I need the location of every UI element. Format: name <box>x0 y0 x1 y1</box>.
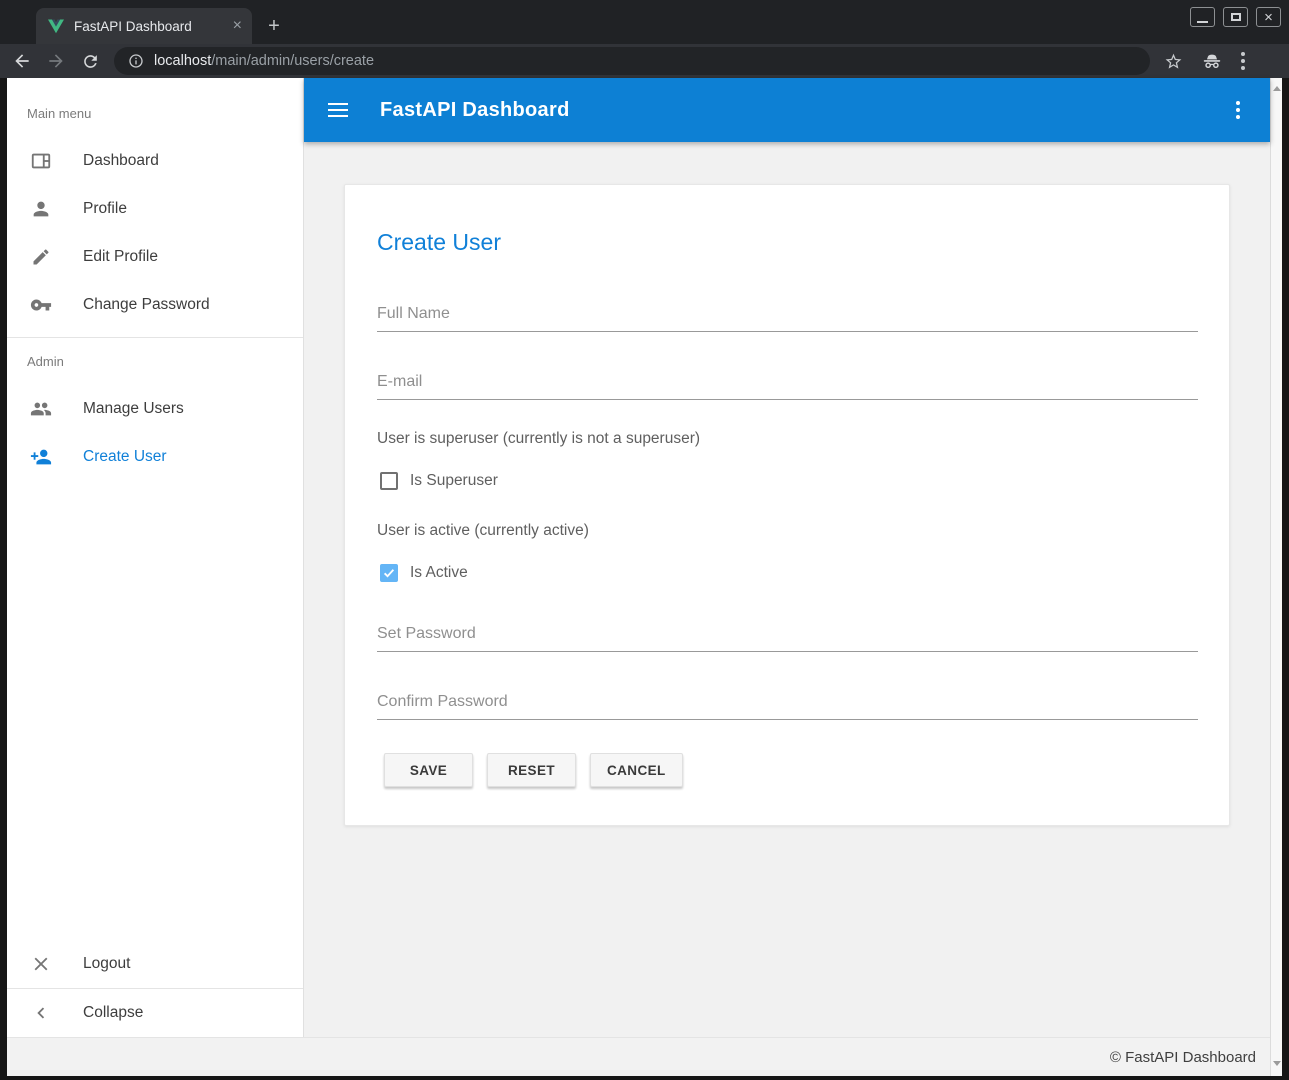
new-tab-icon[interactable]: + <box>262 14 286 38</box>
person-icon <box>29 197 53 221</box>
email-field-wrap <box>377 369 1198 400</box>
tab-title: FastAPI Dashboard <box>74 19 233 34</box>
page-info-icon[interactable] <box>128 53 144 69</box>
sidebar-item-logout[interactable]: Logout <box>7 940 303 988</box>
is-superuser-label: Is Superuser <box>410 472 498 490</box>
page-footer: © FastAPI Dashboard <box>7 1037 1270 1076</box>
sidebar-item-create-user[interactable]: Create User <box>7 433 303 481</box>
full-name-field-wrap <box>377 301 1198 332</box>
copyright-text: © FastAPI Dashboard <box>1110 1049 1256 1066</box>
sidebar: Main menu Dashboard Profile Edit Profile <box>7 78 304 1037</box>
confirm-password-field-wrap <box>377 689 1198 720</box>
sidebar-item-change-password[interactable]: Change Password <box>7 281 303 329</box>
sidebar-item-label: Profile <box>83 200 127 218</box>
save-button[interactable]: SAVE <box>384 753 473 787</box>
sidebar-section-main-menu: Main menu <box>27 106 303 123</box>
sidebar-item-label: Edit Profile <box>83 248 158 266</box>
window-minimize-icon[interactable] <box>1190 7 1215 27</box>
set-password-field-wrap <box>377 621 1198 652</box>
tab-close-icon[interactable]: × <box>233 18 242 34</box>
close-icon <box>29 952 53 976</box>
url-path: /main/admin/users/create <box>211 53 374 69</box>
is-active-checkbox[interactable] <box>380 564 398 582</box>
page-scrollbar[interactable] <box>1270 78 1282 1076</box>
browser-window: FastAPI Dashboard × + × localhost/main/a… <box>0 0 1289 1080</box>
set-password-input[interactable] <box>377 621 1198 652</box>
app-title: FastAPI Dashboard <box>380 99 1236 122</box>
app-menu-icon[interactable] <box>1236 101 1240 119</box>
page-body: Main menu Dashboard Profile Edit Profile <box>7 78 1282 1076</box>
group-icon <box>29 397 53 421</box>
incognito-icon <box>1201 50 1223 72</box>
sidebar-item-manage-users[interactable]: Manage Users <box>7 385 303 433</box>
sidebar-item-edit-profile[interactable]: Edit Profile <box>7 233 303 281</box>
pencil-icon <box>29 245 53 269</box>
sidebar-item-profile[interactable]: Profile <box>7 185 303 233</box>
window-maximize-icon[interactable] <box>1223 7 1248 27</box>
browser-toolbar: localhost/main/admin/users/create <box>0 44 1289 78</box>
chevron-left-icon <box>29 1001 53 1025</box>
reload-icon[interactable] <box>78 49 102 73</box>
sidebar-section-admin: Admin <box>27 354 303 371</box>
main-content: Create User User is superuser (currently… <box>304 142 1270 1037</box>
superuser-note: User is superuser (currently is not a su… <box>377 430 700 448</box>
sidebar-divider <box>7 337 303 338</box>
is-active-checkbox-row[interactable]: Is Active <box>380 564 468 582</box>
url-text: localhost/main/admin/users/create <box>154 53 374 69</box>
cancel-button[interactable]: CANCEL <box>590 753 683 787</box>
sidebar-item-label: Change Password <box>83 296 210 314</box>
sidebar-item-label: Manage Users <box>83 400 184 418</box>
dashboard-icon <box>29 149 53 173</box>
sidebar-item-dashboard[interactable]: Dashboard <box>7 137 303 185</box>
sidebar-item-collapse[interactable]: Collapse <box>7 989 303 1037</box>
person-add-icon <box>29 445 53 469</box>
email-input[interactable] <box>377 369 1198 400</box>
is-superuser-checkbox[interactable] <box>380 472 398 490</box>
sidebar-item-label: Logout <box>83 955 130 973</box>
back-icon[interactable] <box>10 49 34 73</box>
scroll-up-icon[interactable] <box>1273 86 1281 91</box>
full-name-input[interactable] <box>377 301 1198 332</box>
sidebar-item-label: Dashboard <box>83 152 159 170</box>
address-bar[interactable]: localhost/main/admin/users/create <box>114 47 1150 75</box>
browser-tab[interactable]: FastAPI Dashboard × <box>36 8 252 44</box>
bookmark-star-icon[interactable] <box>1164 52 1183 71</box>
page-title: Create User <box>377 229 501 256</box>
window-close-icon[interactable]: × <box>1256 7 1281 27</box>
app-bar: FastAPI Dashboard <box>304 78 1270 142</box>
sidebar-item-label: Collapse <box>83 1004 143 1022</box>
forward-icon[interactable] <box>44 49 68 73</box>
create-user-card: Create User User is superuser (currently… <box>344 184 1230 826</box>
reset-button[interactable]: RESET <box>487 753 576 787</box>
confirm-password-input[interactable] <box>377 689 1198 720</box>
browser-menu-icon[interactable] <box>1241 52 1245 70</box>
is-superuser-checkbox-row[interactable]: Is Superuser <box>380 472 498 490</box>
url-host: localhost <box>154 53 211 69</box>
hamburger-menu-icon[interactable] <box>328 103 348 117</box>
is-active-label: Is Active <box>410 564 468 582</box>
key-icon <box>29 293 53 317</box>
active-note: User is active (currently active) <box>377 522 589 540</box>
browser-titlebar: FastAPI Dashboard × + × <box>0 0 1289 44</box>
vue-logo-icon <box>48 19 64 34</box>
scroll-down-icon[interactable] <box>1273 1061 1281 1066</box>
sidebar-item-label: Create User <box>83 448 167 466</box>
